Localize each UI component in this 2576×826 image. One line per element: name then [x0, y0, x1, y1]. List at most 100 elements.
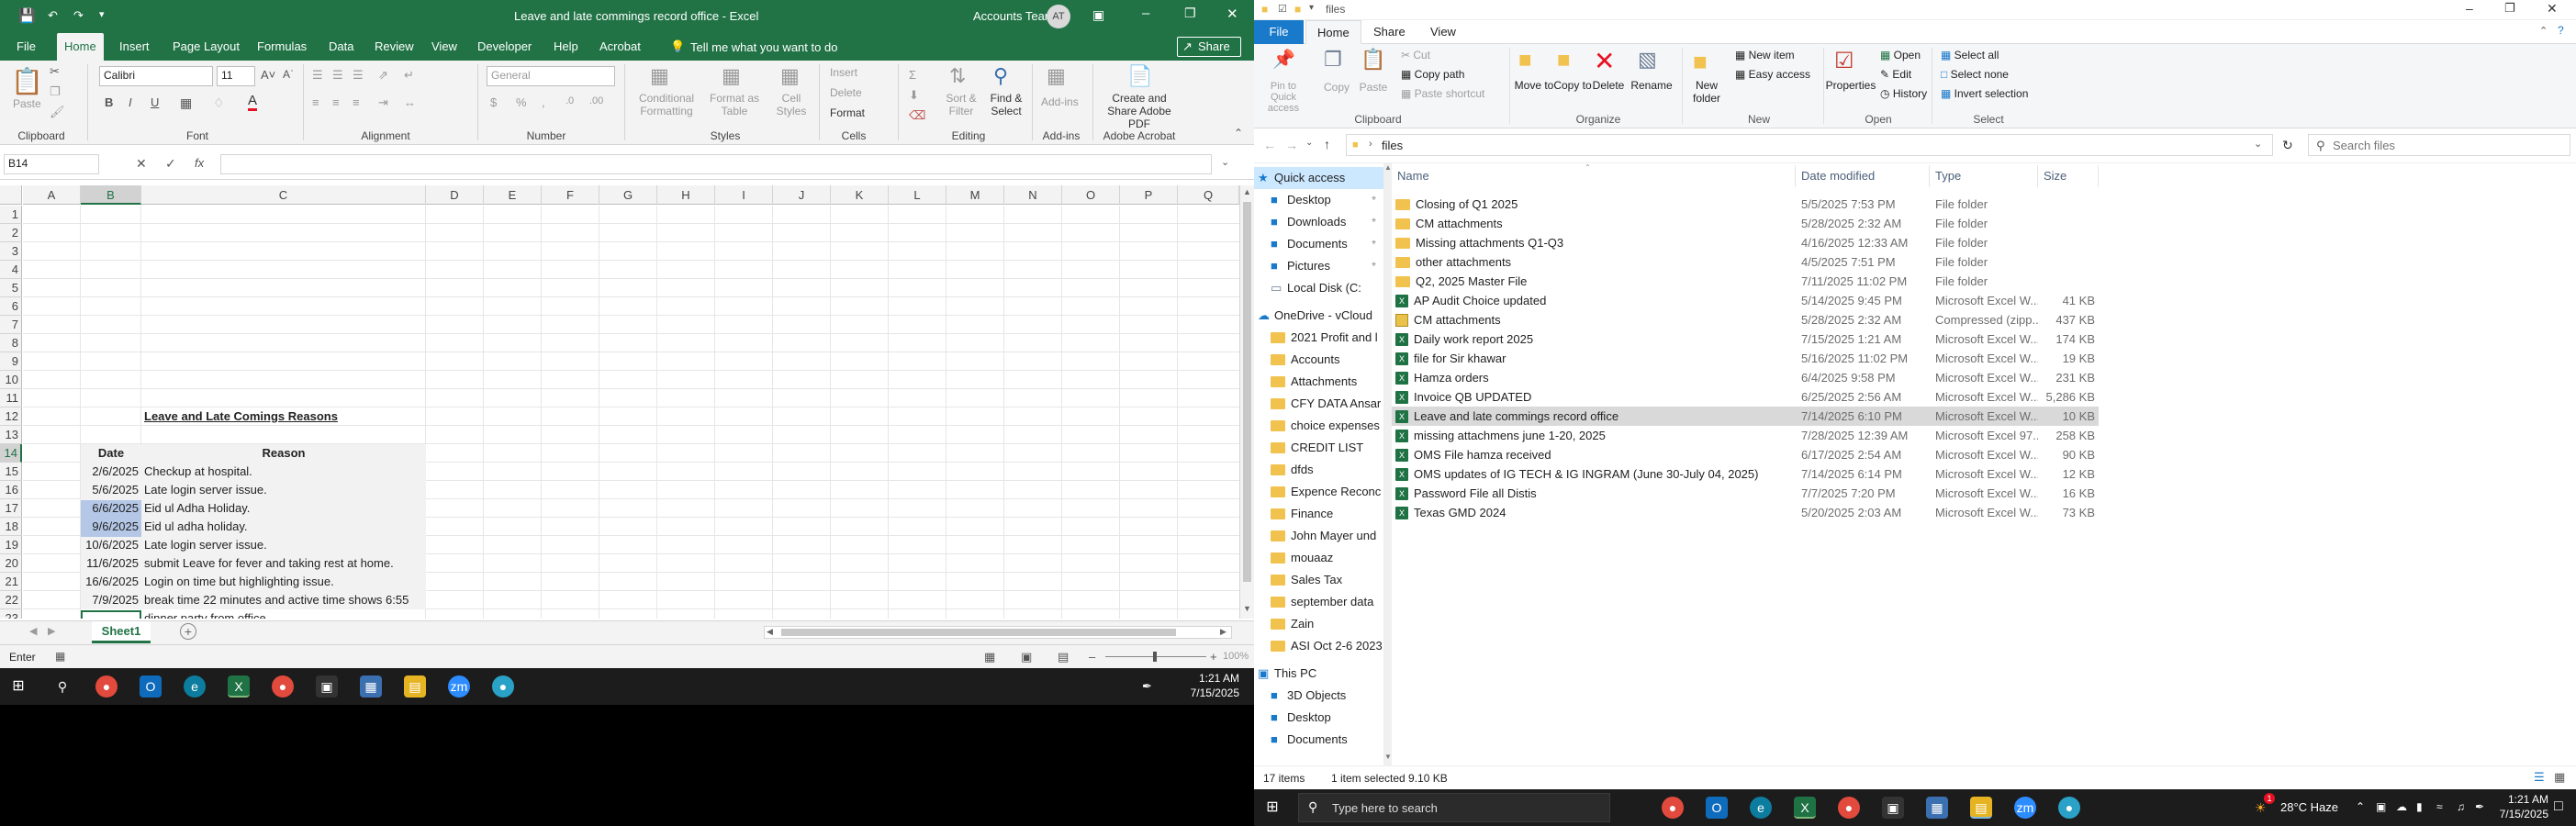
nav-folder[interactable]: dfds	[1254, 459, 1383, 481]
percent-icon[interactable]: %	[516, 95, 527, 109]
rename-icon[interactable]: ▧	[1638, 48, 1657, 72]
scroll-thumb[interactable]	[1243, 202, 1251, 582]
media-icon[interactable]: ▣	[316, 675, 338, 698]
select-all-corner[interactable]	[0, 185, 22, 205]
row-header[interactable]: 12	[0, 407, 22, 426]
chrome-profile-icon[interactable]: ●	[272, 675, 294, 698]
column-type[interactable]: Type	[1930, 165, 2038, 187]
currency-icon[interactable]: $	[490, 95, 497, 109]
cell-styles-label[interactable]: Cell Styles	[767, 92, 815, 117]
calculator-icon[interactable]: ▦	[1926, 797, 1948, 819]
nav-documents[interactable]: ■ Documents	[1254, 233, 1383, 255]
prev-sheet-icon[interactable]: ◀	[29, 625, 37, 637]
record-reason[interactable]: submit Leave for fever and taking rest a…	[141, 554, 426, 573]
tell-me-box[interactable]: Tell me what you want to do	[690, 40, 837, 54]
file-name-cell[interactable]: X Hamza orders	[1395, 368, 1792, 387]
copy-path-button[interactable]: ▦ Copy path	[1401, 68, 1464, 81]
column-header[interactable]: C	[141, 185, 426, 205]
pin-icon[interactable]: 📌	[1272, 48, 1295, 71]
tab-formulas[interactable]: Formulas	[250, 33, 314, 61]
cancel-formula-icon[interactable]: ✕	[136, 156, 147, 172]
outlook-icon[interactable]: O	[1706, 797, 1728, 819]
column-header[interactable]: B	[81, 185, 141, 205]
excel-taskbar-icon[interactable]: X	[228, 675, 250, 698]
large-icons-view-icon[interactable]: ▦	[2554, 770, 2565, 785]
refresh-icon[interactable]: ↻	[2282, 138, 2293, 153]
tab-acrobat[interactable]: Acrobat	[592, 33, 648, 61]
expand-ribbon-icon[interactable]: ⌃	[2539, 25, 2548, 37]
row-header[interactable]: 19	[0, 536, 22, 554]
file-row[interactable]: Xmissing attachmens june 1-20, 2025 7/28/…	[1392, 426, 2099, 445]
column-name[interactable]: Name	[1392, 165, 1796, 187]
font-size-select[interactable]: 11	[217, 66, 255, 86]
help-icon[interactable]: ?	[2558, 24, 2564, 37]
enter-formula-icon[interactable]: ✓	[165, 156, 176, 172]
browser-icon[interactable]: ●	[492, 675, 514, 698]
battery-icon[interactable]: ▮	[2416, 800, 2423, 813]
file-name-cell[interactable]: CM attachments	[1395, 310, 1792, 329]
record-date[interactable]: 9/6/2025	[81, 518, 141, 536]
browser-icon[interactable]: ●	[2058, 797, 2080, 819]
save-icon[interactable]: 💾	[18, 7, 36, 24]
tab-data[interactable]: Data	[321, 33, 361, 61]
file-name-cell[interactable]: Xmissing attachmens june 1-20, 2025	[1395, 426, 1792, 445]
select-all-button[interactable]: ▦ Select all	[1941, 49, 1999, 61]
chrome-icon[interactable]: ●	[1662, 797, 1684, 819]
row-header[interactable]: 20	[0, 554, 22, 573]
find-select-label[interactable]: Find & Select	[982, 92, 1030, 117]
copy-label[interactable]: Copy	[1318, 81, 1355, 94]
column-header[interactable]: A	[23, 185, 81, 205]
page-break-view-icon[interactable]: ▤	[1058, 650, 1069, 664]
bottom-align-icon[interactable]: ☰	[353, 68, 364, 83]
next-sheet-icon[interactable]: ▶	[48, 625, 55, 637]
open-button[interactable]: ▦ Open	[1880, 49, 1921, 61]
maximize-icon[interactable]: ❐	[1184, 6, 1196, 21]
delete-cells-button[interactable]: Delete	[830, 86, 862, 99]
header-date[interactable]: Date	[81, 444, 141, 463]
customize-qat-icon[interactable]: ▾	[99, 8, 105, 20]
column-header[interactable]: E	[484, 185, 542, 205]
invert-selection-button[interactable]: ▦ Invert selection	[1941, 87, 2028, 100]
file-name-cell[interactable]: CM attachments	[1395, 214, 1792, 233]
row-header[interactable]: 13	[0, 426, 22, 444]
history-button[interactable]: ◷ History	[1880, 87, 1927, 100]
nav-folder[interactable]: 2021 Profit and l	[1254, 327, 1383, 349]
record-date[interactable]: 7/9/2025	[81, 591, 141, 609]
record-reason[interactable]: Late login server issue.	[141, 481, 426, 499]
notification-icon[interactable]: □	[2554, 798, 2563, 815]
nav-folder[interactable]: Sales Tax	[1254, 569, 1383, 591]
horizontal-scrollbar[interactable]: ◀ ▶	[764, 626, 1232, 639]
tab-home[interactable]: Home	[57, 33, 104, 61]
nav-folder[interactable]: Expence Reconc	[1254, 481, 1383, 503]
pen-icon[interactable]: ✒	[1142, 679, 1152, 694]
middle-align-icon[interactable]: ☰	[332, 68, 343, 83]
file-name-cell[interactable]: X Daily work report 2025	[1395, 329, 1792, 349]
font-color-icon[interactable]: A	[248, 94, 258, 111]
record-date[interactable]: 16/6/2025	[81, 573, 141, 591]
nav-folder[interactable]: september data	[1254, 591, 1383, 613]
column-header[interactable]: G	[599, 185, 657, 205]
scroll-up-icon[interactable]: ▲	[1384, 163, 1392, 172]
column-header[interactable]: M	[946, 185, 1004, 205]
record-reason[interactable]: Checkup at hospital.	[141, 463, 426, 481]
column-header[interactable]: H	[657, 185, 715, 205]
delete-label[interactable]: Delete	[1588, 79, 1629, 92]
scroll-right-icon[interactable]: ▶	[1220, 627, 1226, 637]
increase-decimal-icon[interactable]: .0	[566, 95, 574, 106]
copy-icon[interactable]: ❐	[1324, 48, 1342, 72]
column-header[interactable]: J	[773, 185, 831, 205]
nav-folder[interactable]: Accounts	[1254, 349, 1383, 371]
taskbar-search-box[interactable]: ⚲ Type here to search	[1298, 793, 1610, 822]
back-icon[interactable]: ←	[1263, 138, 1276, 152]
undo-icon[interactable]: ↶	[48, 8, 58, 23]
zoom-out-icon[interactable]: –	[1089, 650, 1095, 664]
pin-quick-access-label[interactable]: Pin to Quick access	[1258, 81, 1309, 114]
file-row[interactable]: other attachments 4/5/2025 7:51 PM File fo…	[1392, 252, 2099, 272]
file-row[interactable]: X Hamza orders 6/4/2025 9:58 PM Microsoft E…	[1392, 368, 2099, 387]
row-header[interactable]: 9	[0, 352, 22, 371]
file-name-cell[interactable]: X AP Audit Choice updated	[1395, 291, 1792, 310]
number-format-select[interactable]: General	[487, 66, 615, 86]
tab-page-layout[interactable]: Page Layout	[165, 33, 247, 61]
tab-view[interactable]: View	[424, 33, 465, 61]
underline-icon[interactable]: U	[151, 95, 159, 109]
